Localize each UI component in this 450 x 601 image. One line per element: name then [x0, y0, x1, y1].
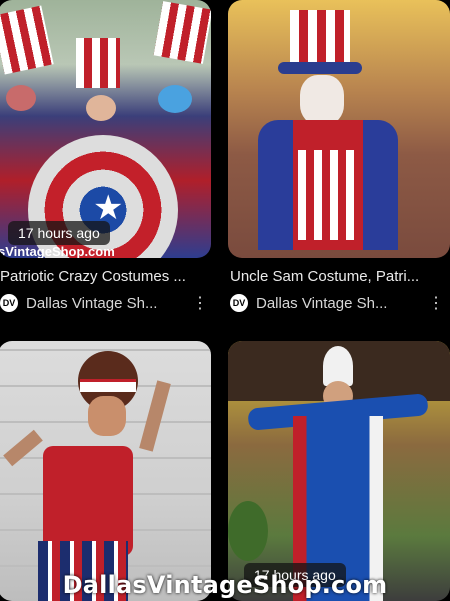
- result-source[interactable]: DV Dallas Vintage Sh...: [0, 294, 157, 312]
- hat-shape: [76, 38, 120, 88]
- watermark-text: DallasVintageShop.com: [62, 571, 388, 599]
- result-image-wrestler-costume[interactable]: 17 hours ago: [228, 341, 450, 601]
- source-name: Dallas Vintage Sh...: [256, 294, 388, 312]
- bush-shape: [228, 501, 268, 561]
- headband-shape: [80, 379, 136, 392]
- result-title[interactable]: Patriotic Crazy Costumes ...: [0, 268, 205, 285]
- result-image-patriotic-costumes[interactable]: ★ 17 hours ago sVintageShop.com: [0, 0, 211, 258]
- face-shape: [86, 95, 116, 121]
- more-vert-icon[interactable]: ⋮: [192, 293, 208, 313]
- result-source[interactable]: DV Dallas Vintage Sh...: [230, 294, 387, 312]
- feather-hair-shape: [323, 346, 353, 386]
- hat-shape: [0, 5, 54, 75]
- site-logo-icon: DV: [0, 294, 18, 312]
- more-vert-icon[interactable]: ⋮: [428, 293, 444, 313]
- hat-shape: [153, 1, 211, 64]
- time-badge: 17 hours ago: [8, 221, 110, 245]
- result-image-headband-costume[interactable]: [0, 341, 211, 601]
- face-shape: [88, 396, 126, 436]
- tank-top-shape: [43, 446, 133, 556]
- site-logo-icon: DV: [230, 294, 248, 312]
- hat-brim-shape: [278, 62, 362, 74]
- vest-shape: [298, 150, 358, 240]
- result-image-uncle-sam[interactable]: [228, 0, 450, 258]
- face-shape: [158, 85, 192, 113]
- source-name: Dallas Vintage Sh...: [26, 294, 158, 312]
- face-shape: [6, 85, 36, 111]
- image-overlay-text: sVintageShop.com: [0, 244, 115, 258]
- hat-shape: [290, 10, 350, 65]
- face-beard-shape: [300, 75, 344, 125]
- result-title[interactable]: Uncle Sam Costume, Patri...: [230, 268, 445, 285]
